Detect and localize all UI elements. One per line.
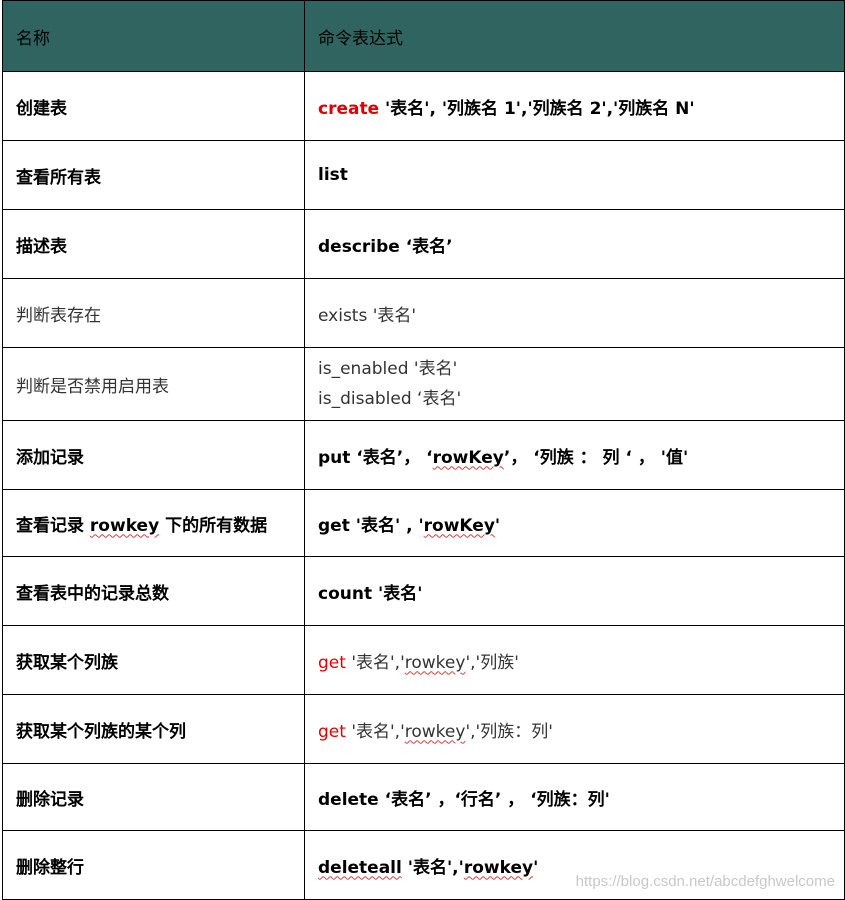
command-rowkey: rowkey [404,652,466,673]
command-rowkey: rowKey [432,447,504,468]
row-name: 描述表 [2,209,305,279]
command-line-1: is_enabled '表名' [318,359,458,379]
table-row: 获取某个列族 get '表名','rowkey','列族' [2,625,845,695]
row-command: is_enabled '表名' is_disabled ‘表名' [304,347,845,421]
table-row: 查看所有表 list [2,140,845,210]
row-command: list [304,140,845,210]
table-row: 创建表 create '表名', '列族名 1','列族名 2','列族名 N' [2,71,845,141]
table-row: 判断是否禁用启用表 is_enabled '表名' is_disabled ‘表… [2,347,845,421]
command-keyword: get [318,652,346,673]
hbase-command-table: 名称 命令表达式 创建表 create '表名', '列族名 1','列族名 2… [2,0,845,900]
table-row: 添加记录 put ‘表名’， ‘rowKey’， ‘列族 ： 列 ‘ ， '值' [2,420,845,490]
header-name: 名称 [2,0,305,72]
header-row: 名称 命令表达式 [2,0,845,72]
table-row: 查看记录 rowkey 下的所有数据 get '表名' , 'rowKey' [2,489,845,557]
row-command: count '表名' [304,556,845,626]
watermark-text: https://blog.csdn.net/abcdefghwelcome [575,873,835,890]
table-row: 获取某个列族的某个列 get '表名','rowkey','列族：列' [2,694,845,764]
row-name-rowkey: rowkey [89,515,160,536]
table-row: 查看表中的记录总数 count '表名' [2,556,845,626]
command-keyword: get [318,721,346,742]
row-command: put ‘表名’， ‘rowKey’， ‘列族 ： 列 ‘ ， '值' [304,420,845,490]
row-name: 判断表存在 [2,278,305,348]
command-part: '表名',' [401,857,464,878]
command-line-2: is_disabled ‘表名' [318,389,462,409]
command-part: ' [494,515,501,536]
table-row: 删除记录 delete ‘表名’ ，‘行名’ ， ‘列族：列' [2,763,845,831]
row-name-part: 下的所有数据 [159,515,268,536]
command-keyword: deleteall [318,857,402,878]
command-part: '表名',' [345,721,405,742]
row-name: 获取某个列族 [2,625,305,695]
header-command: 命令表达式 [304,0,845,72]
table-row: 判断表存在 exists '表名' [2,278,845,348]
row-name: 查看表中的记录总数 [2,556,305,626]
row-command: delete ‘表名’ ，‘行名’ ， ‘列族：列' [304,763,845,831]
row-command: create '表名', '列族名 1','列族名 2','列族名 N' [304,71,845,141]
row-name: 创建表 [2,71,305,141]
command-part: '表名',' [345,652,405,673]
row-name: 查看所有表 [2,140,305,210]
command-part: get '表名' , ' [318,515,424,536]
row-name: 获取某个列族的某个列 [2,694,305,764]
row-name-part: 查看记录 [16,515,90,536]
command-part: ' [533,857,539,878]
row-name: 删除记录 [2,763,305,831]
row-name: 判断是否禁用启用表 [2,347,305,421]
row-command: get '表名','rowkey','列族' [304,625,845,695]
table-row: 描述表 describe ‘表名’ [2,209,845,279]
row-command: exists '表名' [304,278,845,348]
row-command: get '表名' , 'rowKey' [304,489,845,557]
command-part: ','列族：列' [465,721,553,742]
row-command: get '表名','rowkey','列族：列' [304,694,845,764]
command-part: ','列族' [465,652,519,673]
command-rowkey: rowkey [463,857,534,878]
row-name: 查看记录 rowkey 下的所有数据 [2,489,305,557]
command-rowkey: rowKey [423,515,495,536]
command-keyword: create [318,98,380,119]
row-name: 删除整行 [2,830,305,900]
row-command: describe ‘表名’ [304,209,845,279]
command-part: ’， ‘列族 ： 列 ‘ ， '值' [503,447,689,468]
command-part: put ‘表名’， ‘ [318,447,433,468]
command-rowkey: rowkey [404,721,466,742]
command-args: '表名', '列族名 1','列族名 2','列族名 N' [379,98,695,119]
row-name: 添加记录 [2,420,305,490]
